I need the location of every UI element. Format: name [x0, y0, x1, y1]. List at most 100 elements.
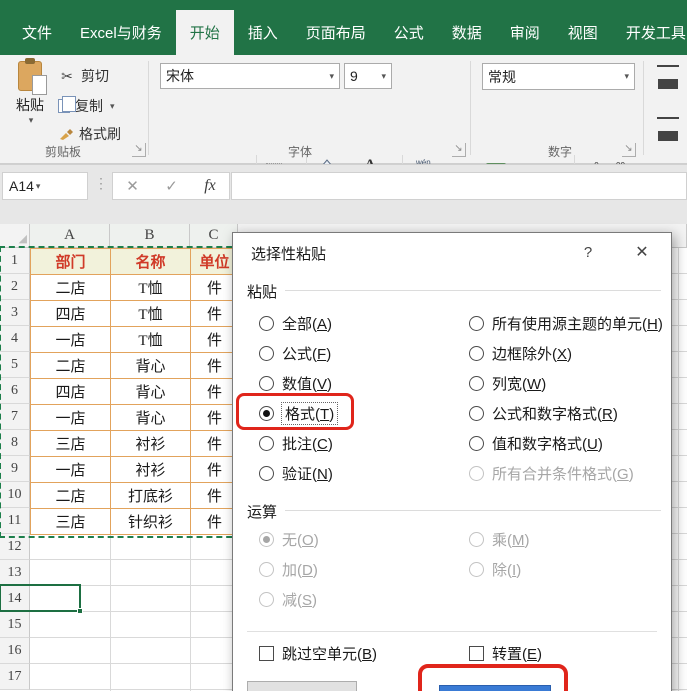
cell[interactable]: 名称: [111, 249, 191, 275]
row-header-7[interactable]: 7: [0, 404, 30, 430]
table-row: 二店 打底衫件: [31, 483, 239, 509]
radio-paste-F[interactable]: 公式(F): [259, 338, 464, 368]
radio-paste-U[interactable]: 值和数字格式(U): [469, 428, 674, 458]
formula-bar-splitter-icon[interactable]: ⋮: [94, 175, 108, 192]
row-header-2[interactable]: 2: [0, 274, 30, 300]
tab-view[interactable]: 视图: [554, 10, 612, 55]
cell[interactable]: 一店: [31, 405, 111, 431]
confirm-entry-icon[interactable]: ✓: [165, 177, 178, 195]
paste-dropdown-icon[interactable]: ▾: [29, 115, 34, 126]
checkbox-E[interactable]: 转置(E): [469, 638, 674, 668]
insert-function-icon[interactable]: fx: [204, 177, 216, 195]
row-header-8[interactable]: 8: [0, 430, 30, 456]
cell[interactable]: 一店: [31, 327, 111, 353]
radio-paste-C[interactable]: 批注(C): [259, 428, 464, 458]
cell[interactable]: 三店: [31, 509, 111, 535]
copy-button[interactable]: 复制 ▾: [58, 93, 115, 119]
tab-file[interactable]: 文件: [8, 10, 66, 55]
cell[interactable]: T恤: [111, 301, 191, 327]
dialog-help-button[interactable]: ?: [575, 239, 601, 265]
font-size-dropdown-icon[interactable]: ▾: [381, 71, 386, 82]
cancel-entry-icon[interactable]: ✕: [126, 177, 139, 195]
radio-paste-X[interactable]: 边框除外(X): [469, 338, 674, 368]
number-format-dropdown-icon[interactable]: ▾: [624, 71, 629, 82]
row-header-12[interactable]: 12: [0, 534, 30, 560]
row-header-3[interactable]: 3: [0, 300, 30, 326]
lines-icon-bottom[interactable]: [657, 117, 679, 131]
font-name-dropdown-icon[interactable]: ▾: [329, 71, 334, 82]
column-header-c[interactable]: C: [190, 224, 238, 248]
row-header-4[interactable]: 4: [0, 326, 30, 352]
cell[interactable]: 背心: [111, 379, 191, 405]
cell[interactable]: 二店: [31, 275, 111, 301]
cell[interactable]: 四店: [31, 379, 111, 405]
radio-paste-R[interactable]: 公式和数字格式(R): [469, 398, 674, 428]
copy-dropdown-icon[interactable]: ▾: [110, 101, 115, 112]
radio-icon: [259, 465, 274, 481]
row-header-17[interactable]: 17: [0, 664, 30, 690]
cell[interactable]: 四店: [31, 301, 111, 327]
tab-data[interactable]: 数据: [438, 10, 496, 55]
tab-review[interactable]: 审阅: [496, 10, 554, 55]
radio-paste-T[interactable]: 格式(T): [259, 398, 464, 428]
cell[interactable]: 背心: [111, 353, 191, 379]
number-group-label: 数字: [547, 145, 572, 159]
name-box[interactable]: A14 ▾: [2, 172, 88, 200]
row-header-6[interactable]: 6: [0, 378, 30, 404]
row-header-5[interactable]: 5: [0, 352, 30, 378]
cut-button[interactable]: ✂ 剪切: [58, 63, 109, 89]
row-header-1[interactable]: 1: [0, 248, 30, 274]
tab-insert[interactable]: 插入: [234, 10, 292, 55]
row-header-9[interactable]: 9: [0, 456, 30, 482]
column-header-a[interactable]: A: [30, 224, 110, 248]
cell[interactable]: 衬衫: [111, 431, 191, 457]
tab-home[interactable]: 开始: [175, 10, 234, 55]
cell[interactable]: 打底衫: [111, 483, 191, 509]
radio-operation-O: 无(O): [259, 524, 464, 554]
tab-developer[interactable]: 开发工具: [612, 10, 687, 55]
clipboard-dialog-launcher[interactable]: ↘: [132, 143, 146, 157]
paste-link-button[interactable]: [247, 681, 357, 691]
name-box-dropdown-icon[interactable]: ▾: [36, 181, 41, 192]
font-size-combo[interactable]: 9 ▾: [344, 63, 392, 89]
radio-paste-V[interactable]: 数值(V): [259, 368, 464, 398]
cell[interactable]: 部门: [31, 249, 111, 275]
row-header-11[interactable]: 11: [0, 508, 30, 534]
row-header-10[interactable]: 10: [0, 482, 30, 508]
radio-paste-N[interactable]: 验证(N): [259, 458, 464, 488]
dialog-close-icon[interactable]: ✕: [629, 239, 655, 265]
select-all-corner[interactable]: ◢: [0, 224, 30, 248]
cell[interactable]: 二店: [31, 483, 111, 509]
clipboard-group-label: 剪贴板: [44, 145, 81, 159]
cell[interactable]: T恤: [111, 275, 191, 301]
row-header-13[interactable]: 13: [0, 560, 30, 586]
cell[interactable]: T恤: [111, 327, 191, 353]
column-header-b[interactable]: B: [110, 224, 190, 248]
radio-paste-A[interactable]: 全部(A): [259, 308, 464, 338]
option-label: 公式(F): [282, 345, 332, 363]
font-dialog-launcher[interactable]: ↘: [452, 143, 466, 157]
ok-button[interactable]: [439, 685, 551, 691]
cell[interactable]: 衬衫: [111, 457, 191, 483]
font-name-combo[interactable]: 宋体 ▾: [160, 63, 340, 89]
tab-page-layout[interactable]: 页面布局: [292, 10, 380, 55]
lines-icon-top[interactable]: [657, 65, 679, 79]
radio-operation-D: 加(D): [259, 554, 464, 584]
radio-paste-W[interactable]: 列宽(W): [469, 368, 674, 398]
row-header-16[interactable]: 16: [0, 638, 30, 664]
cell[interactable]: 一店: [31, 457, 111, 483]
cell[interactable]: 三店: [31, 431, 111, 457]
tab-formulas[interactable]: 公式: [380, 10, 438, 55]
cell[interactable]: 二店: [31, 353, 111, 379]
radio-paste-H[interactable]: 所有使用源主题的单元(H): [469, 308, 674, 338]
checkbox-B[interactable]: 跳过空单元(B): [259, 638, 464, 668]
radio-icon: [259, 561, 274, 577]
tab-excel-finance[interactable]: Excel与财务: [66, 10, 176, 55]
number-format-combo[interactable]: 常规 ▾: [482, 63, 635, 90]
fill-handle[interactable]: [77, 608, 83, 614]
formula-input[interactable]: [231, 172, 687, 200]
cell[interactable]: 背心: [111, 405, 191, 431]
number-dialog-launcher[interactable]: ↘: [622, 143, 636, 157]
cell[interactable]: 针织衫: [111, 509, 191, 535]
row-header-15[interactable]: 15: [0, 612, 30, 638]
